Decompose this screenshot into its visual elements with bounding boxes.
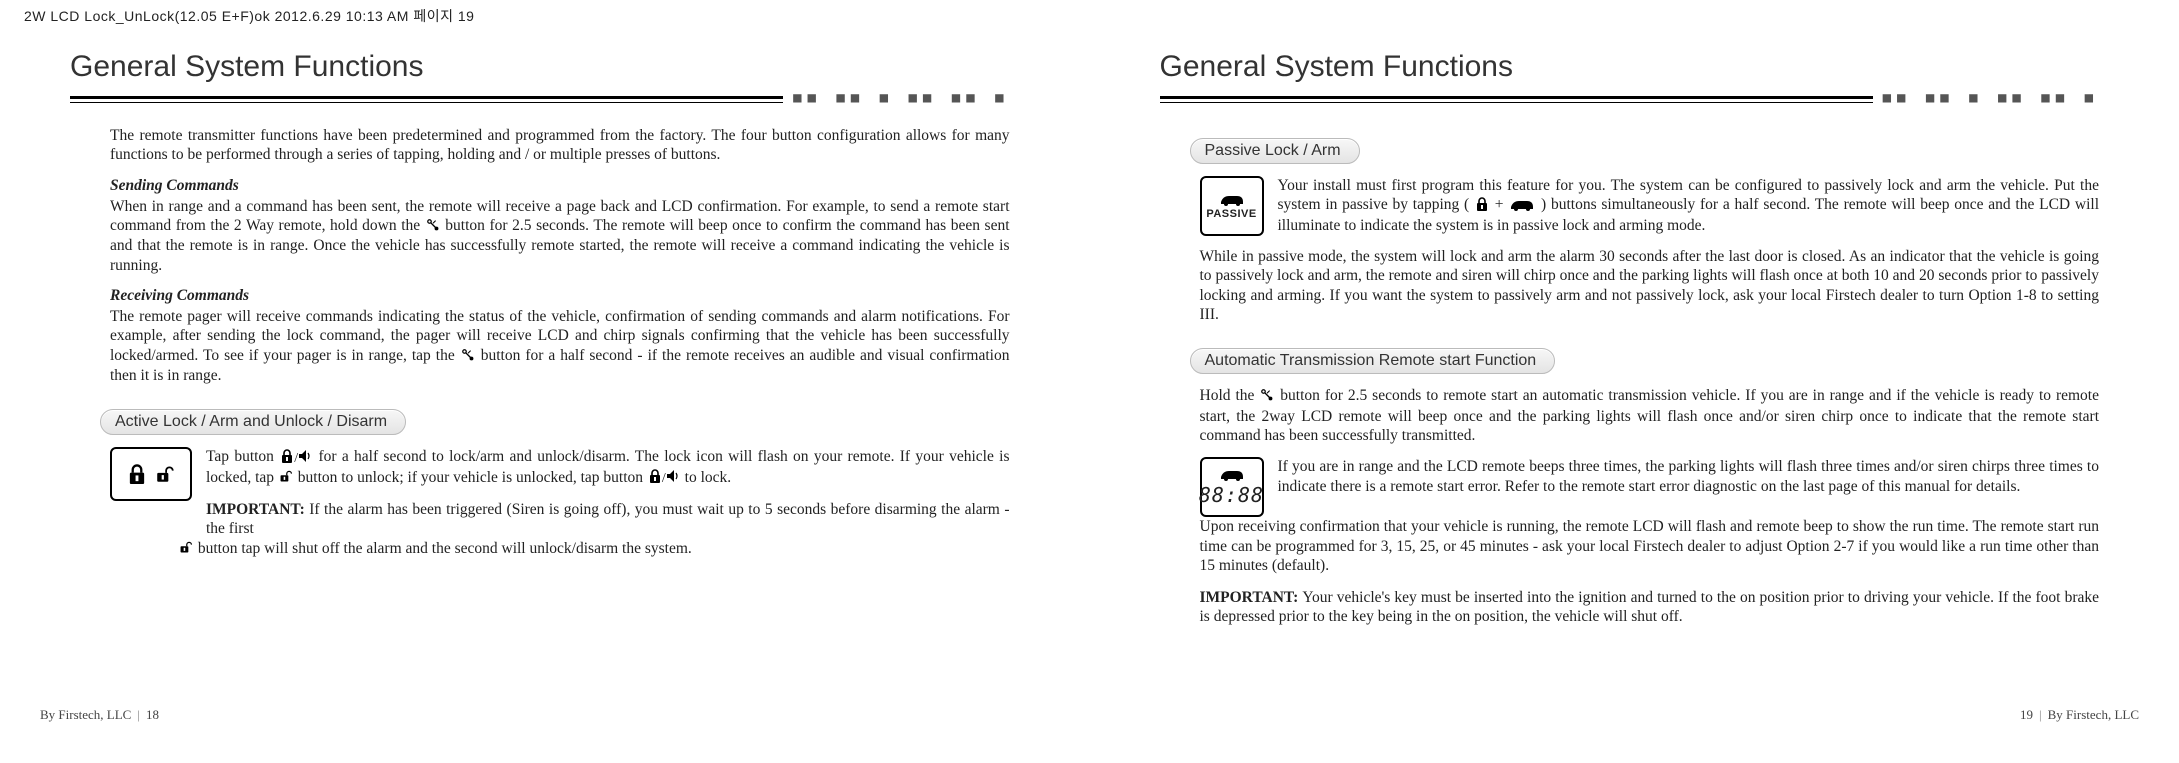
lock-closed-icon: [127, 462, 147, 486]
lock-open-icon: [278, 468, 294, 488]
lock-icons-row: Tap button / for a half second to lock/a…: [110, 447, 1010, 570]
timer-row: 88:88 If you are in range and the LCD re…: [1200, 457, 2100, 517]
section-tab-passive: Passive Lock / Arm: [1190, 138, 1360, 164]
sound-icon: [666, 468, 680, 484]
page-title-left: General System Functions: [70, 50, 1010, 84]
passive-para-1: Your install must first program this fea…: [1278, 176, 2100, 235]
lock-open-icon: [178, 539, 194, 559]
subhead-sending: Sending Commands: [110, 177, 1010, 195]
key-start-icon: [425, 217, 441, 237]
lock-para-1: Tap button / for a half second to lock/a…: [206, 447, 1010, 487]
auto-para-error: If you are in range and the LCD remote b…: [1278, 457, 2100, 496]
page-right: General System Functions ■■ ■■ ■ ■■ ■■ ■…: [1090, 50, 2179, 763]
passive-label: PASSIVE: [1206, 208, 1256, 220]
footer-right: 19|By Firstech, LLC: [2020, 707, 2139, 723]
title-rule: ■■ ■■ ■ ■■ ■■ ■: [1160, 90, 2100, 108]
lock-open-icon: [155, 462, 175, 486]
intro-text: The remote transmitter functions have be…: [110, 126, 1010, 165]
passive-icon-box: PASSIVE: [1200, 176, 1264, 236]
sending-body: When in range and a command has been sen…: [110, 197, 1010, 275]
passive-row: PASSIVE Your install must first program …: [1200, 176, 2100, 247]
sound-icon: [298, 448, 312, 464]
lock-unlock-icon-box: [110, 447, 192, 501]
timer-digits: 88:88: [1199, 483, 1264, 507]
print-header-meta: 2W LCD Lock_UnLock(12.05 E+F)ok 2012.6.2…: [24, 6, 474, 26]
car-icon: [1219, 467, 1245, 481]
lock-closed-icon: /: [279, 448, 313, 468]
section-tab-auto-trans: Automatic Transmission Remote start Func…: [1190, 348, 1556, 374]
car-icon: [1508, 197, 1536, 215]
passive-para-2: While in passive mode, the system will l…: [1200, 247, 2100, 325]
key-start-icon: [1259, 387, 1275, 407]
receiving-body: The remote pager will receive commands i…: [110, 307, 1010, 385]
section-tab-active-lock: Active Lock / Arm and Unlock / Disarm: [100, 409, 406, 435]
footer-left: By Firstech, LLC|18: [40, 707, 159, 723]
key-start-icon: [460, 347, 476, 367]
title-rule: ■■ ■■ ■ ■■ ■■ ■: [70, 90, 1010, 108]
page-left: General System Functions ■■ ■■ ■ ■■ ■■ ■…: [0, 50, 1090, 763]
subhead-receiving: Receiving Commands: [110, 287, 1010, 305]
page-title-right: General System Functions: [1160, 50, 2100, 84]
auto-para-important: IMPORTANT: Your vehicle's key must be in…: [1200, 588, 2100, 627]
auto-para-runtime: Upon receiving confirmation that your ve…: [1200, 517, 2100, 575]
lock-para-important: IMPORTANT: If the alarm has been trigger…: [206, 500, 1010, 559]
auto-para-1: Hold the button for 2.5 seconds to remot…: [1200, 386, 2100, 445]
car-icon: [1219, 192, 1245, 206]
lock-closed-icon: /: [647, 468, 681, 488]
timer-icon-box: 88:88: [1200, 457, 1264, 517]
lock-closed-icon: [1474, 196, 1490, 216]
